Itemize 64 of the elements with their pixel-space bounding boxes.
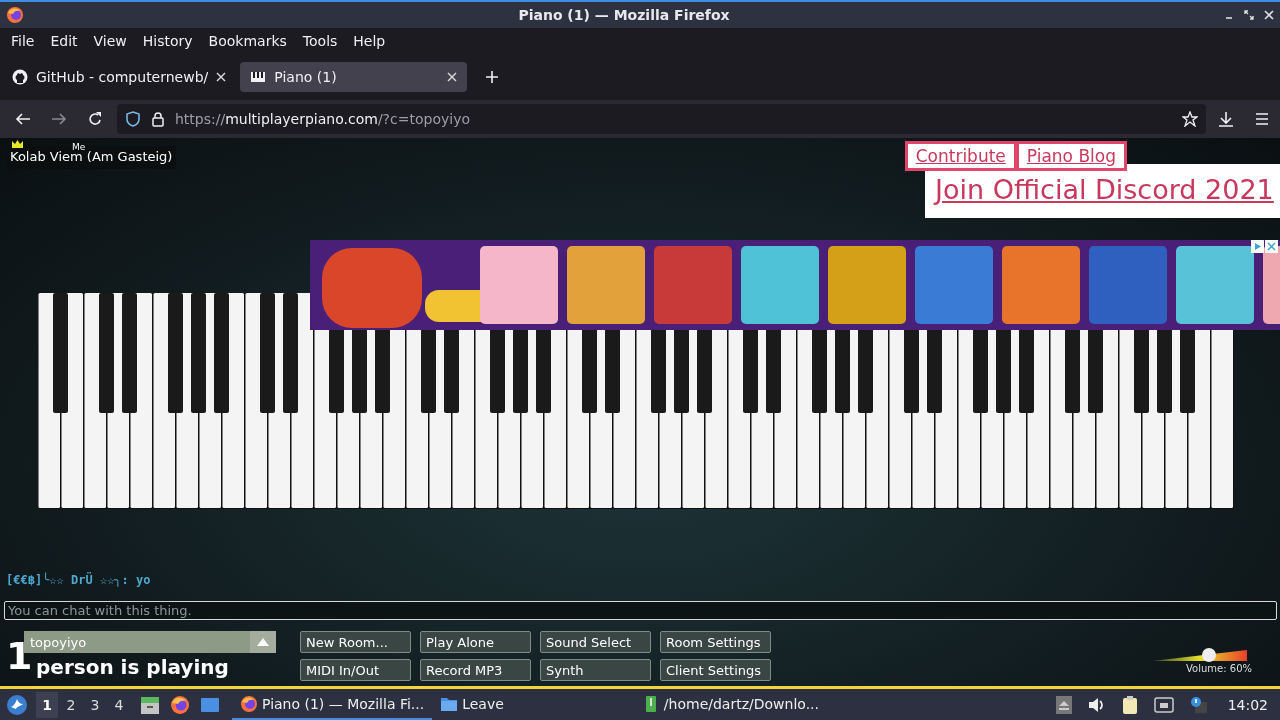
chat-message: [€€฿]╰☆☆ DrÜ ☆☆╮: yo — [6, 573, 152, 589]
forward-icon[interactable] — [51, 111, 67, 127]
workspace-button[interactable]: 3 — [84, 691, 106, 718]
star-icon[interactable] — [1182, 111, 1198, 127]
firefox-icon[interactable] — [170, 694, 190, 715]
lock-icon[interactable] — [151, 111, 165, 127]
menu-item[interactable]: View — [85, 33, 135, 49]
clock: 14:02 — [1227, 696, 1268, 713]
room-button[interactable]: Sound Select — [540, 631, 651, 653]
shield-icon[interactable] — [125, 111, 141, 127]
download-icon[interactable] — [1218, 111, 1234, 127]
room-button[interactable]: Client Settings — [660, 659, 771, 681]
menu-item[interactable]: File — [3, 33, 43, 49]
room-button[interactable]: New Room... — [300, 631, 411, 653]
volume-thumb[interactable] — [1202, 648, 1216, 662]
network-icon[interactable] — [1153, 696, 1174, 713]
new-tab-icon[interactable] — [485, 70, 500, 84]
workspace-button[interactable]: 2 — [60, 691, 82, 718]
firefox-icon — [240, 694, 258, 713]
notification-icon[interactable] — [1189, 695, 1208, 714]
browser-tab[interactable]: Piano (1) — [240, 62, 468, 92]
ad-info-icon[interactable] — [1251, 240, 1264, 253]
close-icon[interactable] — [1264, 10, 1274, 20]
menu-icon[interactable] — [1254, 111, 1270, 127]
maximize-icon[interactable] — [1244, 10, 1254, 20]
player-count-label: person is playing — [36, 655, 229, 679]
piano-icon — [250, 69, 267, 85]
start-menu-icon[interactable] — [6, 693, 28, 716]
workspace-button[interactable]: 4 — [108, 691, 130, 718]
desktop-icon[interactable] — [200, 695, 220, 714]
url-text: https://multiplayerpiano.com/?c=topoyiyo — [175, 111, 470, 127]
tab-close-icon[interactable] — [216, 72, 227, 82]
room-button[interactable]: Room Settings — [660, 631, 771, 653]
github-icon — [12, 69, 28, 85]
taskbar-window-button[interactable]: Piano (1) — Mozilla Fi... — [232, 689, 433, 720]
volume-reading: Volume: 60% — [1186, 663, 1252, 674]
browser-tab[interactable]: GitHub - computernewb/ — [2, 62, 237, 92]
chat-input[interactable]: You can chat with this thing. — [4, 601, 1277, 620]
room-button[interactable]: Play Alone — [420, 631, 531, 653]
menu-item[interactable]: Bookmarks — [200, 33, 295, 49]
nav-link[interactable]: Piano Blog — [1016, 141, 1127, 171]
nav-link[interactable]: Contribute — [904, 141, 1017, 171]
up-triangle-icon — [257, 638, 269, 646]
menu-item[interactable]: History — [134, 33, 201, 49]
taskbar-window-button[interactable]: Leave — [432, 689, 512, 720]
menu-item[interactable]: Tools — [294, 33, 346, 49]
room-button[interactable]: Synth — [540, 659, 651, 681]
address-bar[interactable]: https://multiplayerpiano.com/?c=topoyiyo — [117, 104, 1206, 134]
speaker-icon[interactable] — [1087, 696, 1106, 713]
menu-item[interactable]: Edit — [42, 33, 86, 49]
menu-item[interactable]: Help — [345, 33, 394, 49]
firefox-icon — [6, 6, 24, 24]
reload-icon[interactable] — [87, 111, 103, 127]
room-button[interactable]: MIDI In/Out — [300, 659, 411, 681]
file-cabinet-icon[interactable] — [140, 694, 160, 715]
eject-icon[interactable] — [1055, 695, 1072, 714]
clipboard-icon[interactable] — [1121, 694, 1138, 715]
tab-close-icon[interactable] — [447, 72, 458, 82]
workspace-button[interactable]: 1 — [36, 691, 58, 718]
back-icon[interactable] — [15, 111, 31, 127]
window-title: Piano (1) — Mozilla Firefox — [517, 7, 731, 23]
room-button[interactable]: Record MP3 — [420, 659, 531, 681]
taskbar-window-button[interactable]: /home/dartz/Downlo... — [633, 689, 827, 720]
ad-close-icon[interactable] — [1265, 240, 1278, 253]
